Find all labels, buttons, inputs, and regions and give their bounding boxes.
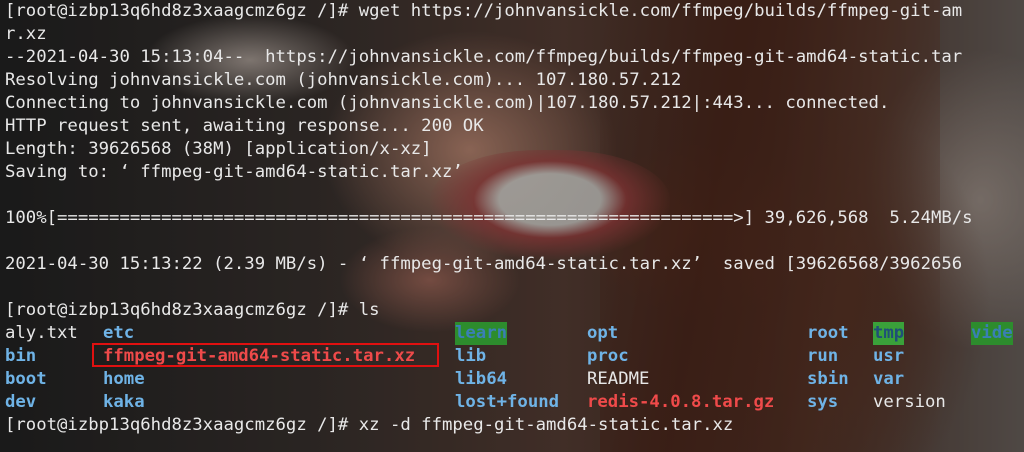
annotation-highlight-box [92,343,439,367]
ls-entry-lost-found: lost+found [455,392,560,412]
ls-entry-var: var [873,369,905,389]
ls-entry-sys: sys [807,392,839,412]
wget-command-wrap: r.xz [5,24,47,44]
ls-entry-tmp: tmp [873,322,905,345]
wget-timestamp-url: --2021-04-30 15:13:04-- https://johnvans… [5,47,963,67]
ls-entry-sbin: sbin [807,369,849,389]
prompt-xz-command[interactable]: [root@izbp13q6hd8z3xaagcmz6gz /]# xz -d … [5,414,1024,437]
wget-resolving: Resolving johnvansickle.com (johnvansick… [5,70,682,90]
ls-entry-lib: lib [455,346,487,366]
wget-http-response: HTTP request sent, awaiting response... … [5,116,484,136]
wget-progress-bar: 100%[===================================… [5,208,973,228]
ls-entry-root: root [807,323,849,343]
terminal-window[interactable]: [root@izbp13q6hd8z3xaagcmz6gz /]# wget h… [0,0,1024,452]
ls-entry-version: version [873,392,946,412]
ls-entry-readme: README [587,369,650,389]
ls-entry-lib64: lib64 [455,369,508,389]
wget-connecting: Connecting to johnvansickle.com (johnvan… [5,93,890,113]
ls-entry-proc: proc [587,346,629,366]
ls-entry-run: run [807,346,839,366]
wget-saving-to: Saving to: ‘ ffmpeg-git-amd64-static.tar… [5,162,463,182]
prompt-ls-command: [root@izbp13q6hd8z3xaagcmz6gz /]# ls [5,300,380,320]
ls-entry-learn: learn [455,322,508,345]
wget-length: Length: 39626568 (38M) [application/x-xz… [5,139,432,159]
terminal-output: [root@izbp13q6hd8z3xaagcmz6gz /]# wget h… [5,0,1024,452]
prompt-wget-command: [root@izbp13q6hd8z3xaagcmz6gz /]# wget h… [5,1,963,21]
ls-entry-bin: bin [5,346,37,366]
ls-entry-redis-archive: redis-4.0.8.tar.gz [587,392,775,412]
ls-entry-home: home [103,369,145,389]
ls-entry-boot: boot [5,369,47,389]
ls-entry-dev: dev [5,392,37,412]
ls-entry-usr: usr [873,346,905,366]
ls-entry-vide: vide [971,322,1013,345]
ls-entry-kaka: kaka [103,392,145,412]
ls-entry-etc: etc [103,323,135,343]
ls-entry-opt: opt [587,323,619,343]
ls-entry-aly-txt: aly.txt [5,323,78,343]
wget-saved-summary: 2021-04-30 15:13:22 (2.39 MB/s) - ‘ ffmp… [5,254,963,274]
ls-listing: aly.txt etc learn opt root tmp vide bin … [5,322,1024,414]
